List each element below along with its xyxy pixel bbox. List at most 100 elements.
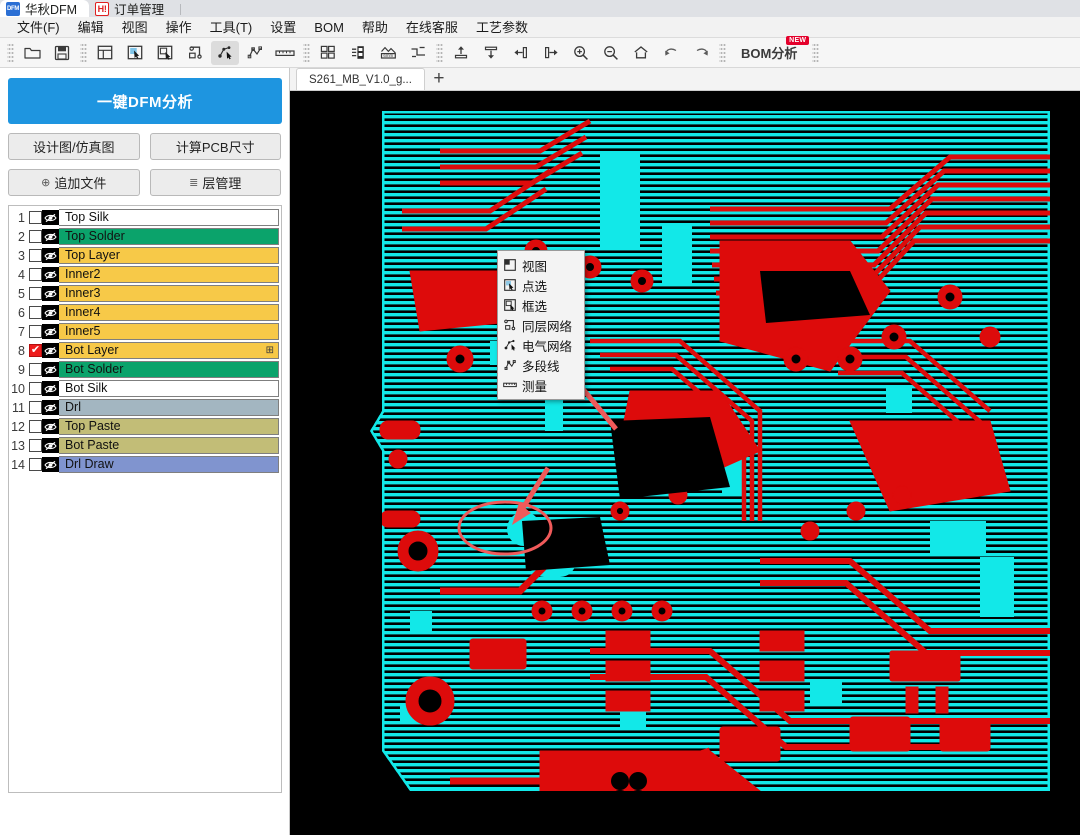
layer-name[interactable]: Inner2 [59, 266, 279, 283]
layer-name[interactable]: Bot Paste [59, 437, 279, 454]
menu-item-operate[interactable]: 操作 [157, 18, 201, 37]
toolbar-grip[interactable] [80, 42, 87, 64]
eye-hidden-icon[interactable] [42, 457, 59, 472]
toolbar-grip[interactable] [812, 42, 819, 64]
browser-tab-dfm[interactable]: DFM 华秋DFM [0, 0, 89, 17]
layer-select-checkbox[interactable] [29, 458, 42, 471]
layer-select-checkbox[interactable] [29, 230, 42, 243]
eye-hidden-icon[interactable] [42, 305, 59, 320]
undo-icon[interactable] [657, 41, 685, 65]
menu-item-help[interactable]: 帮助 [353, 18, 397, 37]
align-left-icon[interactable] [507, 41, 535, 65]
browser-tab-orders[interactable]: H! 订单管理 [89, 0, 176, 17]
document-tab[interactable]: S261_MB_V1.0_g... [296, 68, 425, 90]
layer-select-checkbox[interactable] [29, 249, 42, 262]
layer-row[interactable]: 4Inner2 [9, 265, 281, 284]
layer-row[interactable]: 12Top Paste [9, 417, 281, 436]
zoom-out-icon[interactable] [597, 41, 625, 65]
align-top-icon[interactable] [447, 41, 475, 65]
design-sim-button[interactable]: 设计图/仿真图 [8, 133, 140, 160]
layer-select-checkbox[interactable] [29, 268, 42, 281]
layer-name[interactable]: Inner4 [59, 304, 279, 321]
one-click-dfm-button[interactable]: 一键DFM分析 [8, 78, 282, 124]
layer-select-checkbox[interactable] [29, 420, 42, 433]
layer-name[interactable]: Inner3 [59, 285, 279, 302]
layer-name[interactable]: Inner5 [59, 323, 279, 340]
eye-hidden-icon[interactable] [42, 400, 59, 415]
same-layer-net-icon[interactable] [181, 41, 209, 65]
align-right-icon[interactable] [537, 41, 565, 65]
layer-select-checkbox[interactable]: ✔ [29, 344, 42, 357]
layer-name[interactable]: Drl Draw [59, 456, 279, 473]
menu-item-file[interactable]: 文件(F) [8, 18, 69, 37]
profile-view-icon[interactable]: 6mm [374, 41, 402, 65]
redo-icon[interactable] [687, 41, 715, 65]
menu-item-tools[interactable]: 工具(T) [201, 18, 262, 37]
eye-hidden-icon[interactable] [42, 419, 59, 434]
eye-hidden-icon[interactable] [42, 324, 59, 339]
measure-ruler-icon[interactable] [271, 41, 299, 65]
bom-analysis-button[interactable]: BOM分析 NEW [735, 41, 803, 65]
layer-select-checkbox[interactable] [29, 382, 42, 395]
open-folder-icon[interactable] [18, 41, 46, 65]
add-document-tab-button[interactable]: + [425, 68, 453, 90]
layer-select-checkbox[interactable] [29, 306, 42, 319]
align-bottom-icon[interactable] [477, 41, 505, 65]
layer-row[interactable]: 1Top Silk [9, 208, 281, 227]
eye-hidden-icon[interactable] [42, 362, 59, 377]
eye-hidden-icon[interactable] [42, 267, 59, 282]
toolbar-grip[interactable] [436, 42, 443, 64]
layer-name[interactable]: Bot Layer⊞ [59, 342, 279, 359]
zoom-home-icon[interactable] [627, 41, 655, 65]
layer-name[interactable]: Drl [59, 399, 279, 416]
layout-panel-icon[interactable] [91, 41, 119, 65]
grid-icon[interactable]: ⊞ [266, 342, 274, 359]
context-menu-item-same-layer-net[interactable]: 同层网络 [498, 315, 584, 335]
layer-row[interactable]: 13Bot Paste [9, 436, 281, 455]
eye-hidden-icon[interactable] [42, 229, 59, 244]
layer-row[interactable]: 9Bot Solder [9, 360, 281, 379]
zoom-in-icon[interactable] [567, 41, 595, 65]
layer-manager-button[interactable]: ≣ 层管理 [150, 169, 282, 196]
layer-row[interactable]: 3Top Layer [9, 246, 281, 265]
eye-hidden-icon[interactable] [42, 248, 59, 263]
eye-hidden-icon[interactable] [42, 286, 59, 301]
layer-select-checkbox[interactable] [29, 211, 42, 224]
pick-select-icon[interactable] [121, 41, 149, 65]
layer-select-checkbox[interactable] [29, 401, 42, 414]
layer-select-checkbox[interactable] [29, 439, 42, 452]
menu-item-settings[interactable]: 设置 [261, 18, 305, 37]
layer-row[interactable]: 14Drl Draw [9, 455, 281, 474]
toolbar-grip[interactable] [7, 42, 14, 64]
save-file-icon[interactable] [48, 41, 76, 65]
context-menu-item-pick-select[interactable]: 点选 [498, 275, 584, 295]
electrical-net-icon[interactable] [211, 41, 239, 65]
layer-row[interactable]: 7Inner5 [9, 322, 281, 341]
toolbar-grip[interactable] [719, 42, 726, 64]
layer-name[interactable]: Top Layer [59, 247, 279, 264]
layer-row[interactable]: 2Top Solder [9, 227, 281, 246]
layer-row[interactable]: 11Drl [9, 398, 281, 417]
context-menu-item-polyline[interactable]: 多段线 [498, 355, 584, 375]
layer-name[interactable]: Bot Silk [59, 380, 279, 397]
layer-name[interactable]: Top Paste [59, 418, 279, 435]
layer-row[interactable]: 10Bot Silk [9, 379, 281, 398]
context-menu-item-view[interactable]: 视图 [498, 255, 584, 275]
pcb-viewport[interactable]: 视图 点选 [290, 91, 1080, 835]
layer-select-checkbox[interactable] [29, 363, 42, 376]
menu-item-process-params[interactable]: 工艺参数 [467, 18, 537, 37]
layer-list[interactable]: 1Top Silk2Top Solder3Top Layer4Inner25In… [8, 205, 282, 793]
box-select-icon[interactable] [151, 41, 179, 65]
context-menu-item-measure[interactable]: 测量 [498, 375, 584, 395]
eye-hidden-icon[interactable] [42, 381, 59, 396]
context-menu-item-box-select[interactable]: 框选 [498, 295, 584, 315]
layer-compare-icon[interactable] [344, 41, 372, 65]
layer-select-checkbox[interactable] [29, 325, 42, 338]
layer-row[interactable]: 8✔Bot Layer⊞ [9, 341, 281, 360]
polyline-icon[interactable] [241, 41, 269, 65]
context-menu-item-electrical-net[interactable]: 电气网络 [498, 335, 584, 355]
eye-hidden-icon[interactable] [42, 210, 59, 225]
layer-row[interactable]: 6Inner4 [9, 303, 281, 322]
impedance-icon[interactable] [404, 41, 432, 65]
eye-visible-icon[interactable] [42, 343, 59, 358]
